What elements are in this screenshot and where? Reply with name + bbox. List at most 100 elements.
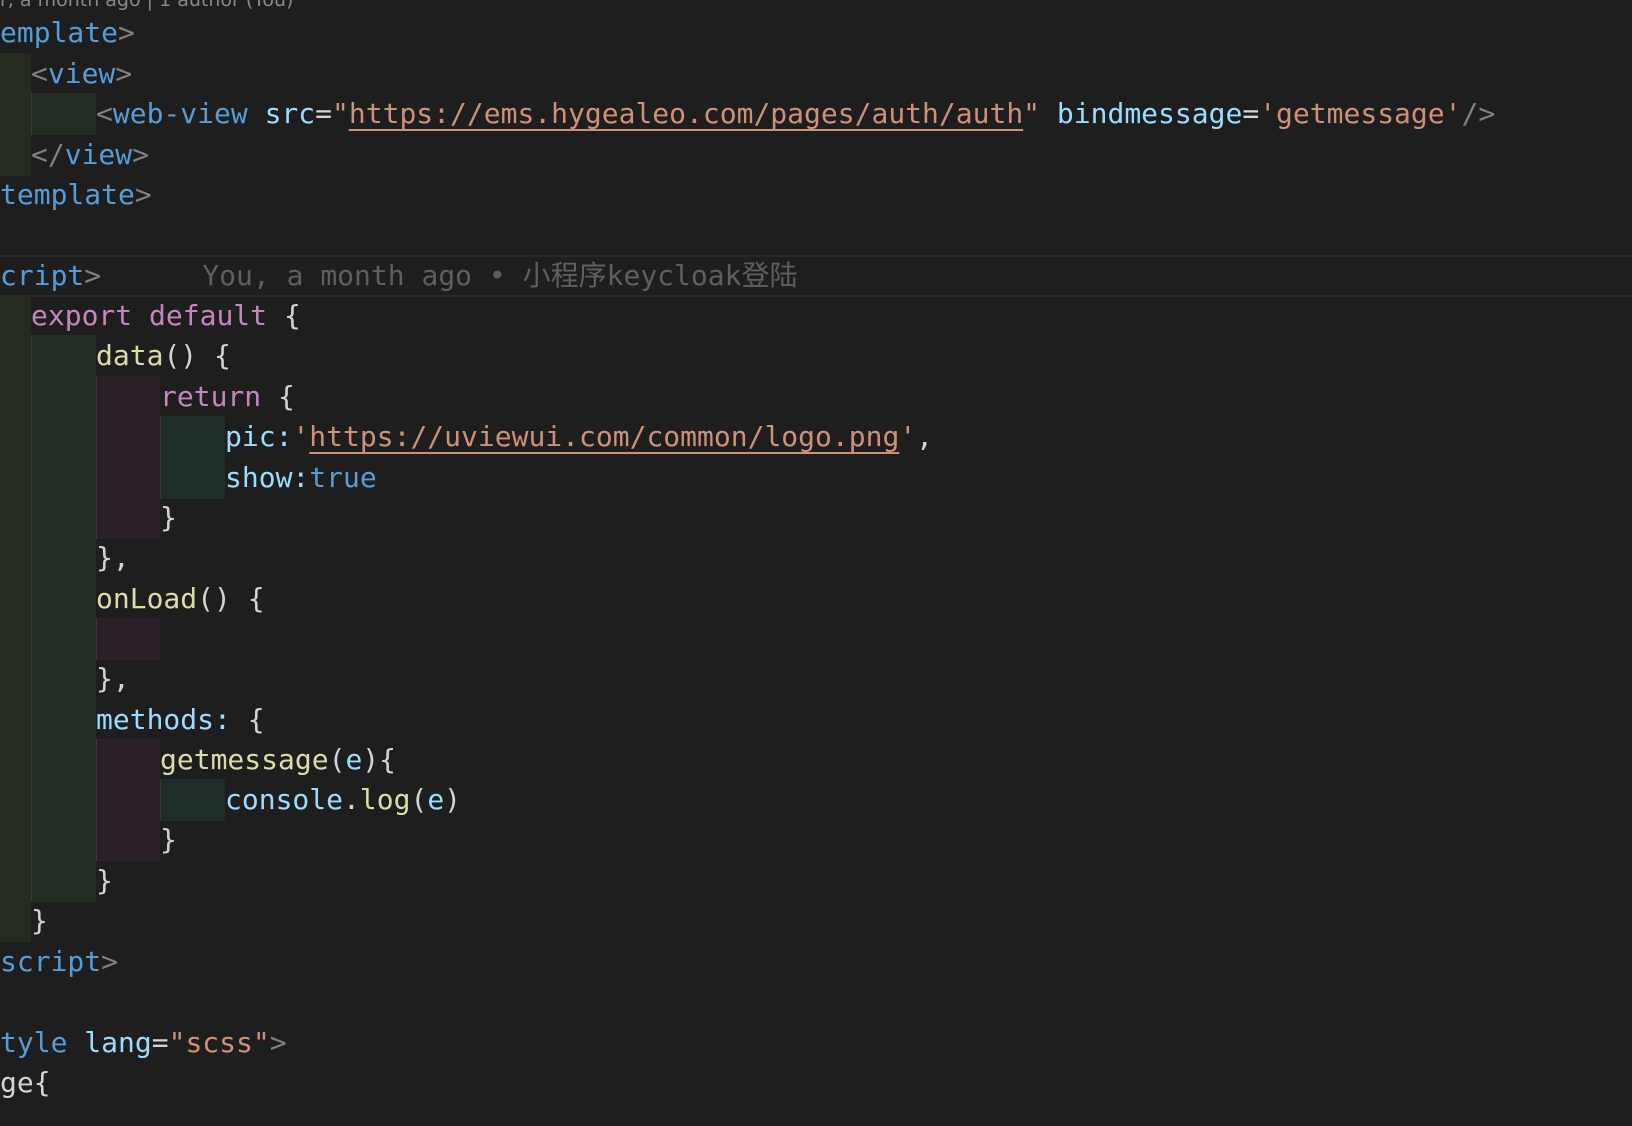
inline-blame[interactable]: You, a month ago • 小程序keycloak登陆	[202, 259, 797, 292]
line-content: console.log(e)	[225, 783, 462, 816]
indent-guide	[0, 860, 31, 902]
indent-guide	[0, 134, 31, 176]
code-line: },	[0, 658, 1632, 700]
line-content: script>	[0, 945, 119, 978]
indent-guide	[31, 618, 96, 660]
indent-guide	[0, 779, 31, 821]
line-content: data() {	[96, 339, 231, 372]
token-tag: tyle	[0, 1026, 68, 1059]
code-line: onLoad() {	[0, 578, 1632, 620]
indent-guide	[0, 376, 31, 418]
indent-guide	[0, 900, 31, 942]
indent-guide	[31, 457, 96, 499]
code-line: getmessage(e){	[0, 739, 1632, 781]
indent-guide	[31, 860, 96, 902]
indent-guide	[31, 578, 96, 620]
indent-guide	[31, 335, 96, 377]
indent-guide	[0, 295, 31, 337]
token-tag: template	[0, 178, 135, 211]
line-content: pic:'https://uviewui.com/common/logo.png…	[225, 420, 934, 453]
indent-guide	[0, 53, 31, 95]
indent-guide	[31, 699, 96, 741]
code-line: }	[0, 900, 1632, 942]
indent-guide	[96, 497, 160, 539]
line-content: emplate>	[0, 16, 135, 49]
indent-guide	[96, 819, 160, 861]
indent-guide	[31, 497, 96, 539]
code-line-current: cript> You, a month ago • 小程序keycloak登陆	[0, 255, 1632, 297]
line-content: export default {	[31, 299, 301, 332]
token-keyword: return	[160, 380, 262, 413]
indent-guide	[0, 658, 31, 700]
token-attr: bindmessage	[1056, 97, 1243, 130]
code-line: methods: {	[0, 699, 1632, 741]
line-content: show:true	[225, 457, 377, 499]
code-line: emplate>	[0, 12, 1632, 54]
token-tag: view	[64, 138, 133, 171]
code-line: <web-view src="https://ems.hygealeo.com/…	[0, 93, 1632, 135]
line-content: ge{	[0, 1062, 51, 1104]
token-keyword: default	[149, 299, 268, 332]
indent-guide	[160, 779, 225, 821]
indent-guide	[0, 819, 31, 861]
token-boolean: true	[309, 461, 377, 494]
token-tag: web-view	[112, 97, 248, 130]
line-content: template>	[0, 178, 152, 211]
indent-guide	[31, 739, 96, 781]
code-line: pic:'https://uviewui.com/common/logo.png…	[0, 416, 1632, 458]
token-tag: view	[47, 57, 116, 90]
code-line: }	[0, 497, 1632, 539]
indent-guide	[0, 578, 31, 620]
indent-guide	[0, 335, 31, 377]
indent-guide	[160, 416, 225, 458]
token-property: pic:	[225, 420, 293, 453]
line-content: </view>	[31, 138, 150, 171]
line-content: },	[96, 541, 130, 574]
indent-guide	[0, 457, 31, 499]
code-line: </view>	[0, 134, 1632, 176]
indent-guide	[96, 739, 160, 781]
token-object: console	[225, 783, 344, 816]
line-content: <view>	[31, 57, 133, 90]
line-content: }	[160, 501, 177, 534]
line-content: return {	[160, 380, 295, 413]
line-content: }	[160, 823, 177, 856]
token-param: e	[427, 783, 445, 816]
code-line: show:true	[0, 457, 1632, 499]
indent-guide	[31, 416, 96, 458]
line-content: },	[96, 662, 130, 695]
indent-guide	[0, 497, 31, 539]
indent-guide	[0, 699, 31, 741]
indent-guide	[31, 658, 96, 700]
code-line	[0, 618, 1632, 660]
token-function: log	[359, 783, 411, 816]
token-property: show:	[225, 461, 310, 494]
indent-guide	[96, 416, 160, 458]
token-function: data	[96, 339, 164, 372]
indent-guide	[0, 416, 31, 458]
token-function: getmessage	[160, 743, 329, 776]
indent-guide	[96, 376, 160, 418]
line-content: }	[31, 904, 48, 937]
line-content: tyle lang="scss">	[0, 1026, 287, 1059]
code-line: data() {	[0, 335, 1632, 377]
indent-guide	[31, 779, 96, 821]
line-content: }	[96, 864, 113, 897]
line-content: methods: {	[96, 703, 265, 736]
indent-guide	[96, 618, 160, 660]
indent-guide	[96, 779, 160, 821]
token-url[interactable]: https://ems.hygealeo.com/pages/auth/auth	[349, 97, 1023, 130]
token-tag: cript	[0, 259, 85, 292]
line-content: <web-view src="https://ems.hygealeo.com/…	[96, 97, 1496, 130]
token-function: onLoad	[96, 582, 198, 615]
line-content: cript> You, a month ago • 小程序keycloak登陆	[0, 259, 798, 292]
token-url[interactable]: https://uviewui.com/common/logo.png	[309, 420, 899, 453]
code-editor[interactable]: r, a month ago | 1 author (You) emplate>…	[0, 0, 1632, 1126]
indent-guide	[0, 618, 31, 660]
code-line: }	[0, 860, 1632, 902]
code-line: export default {	[0, 295, 1632, 337]
code-line: ge{	[0, 1062, 1632, 1104]
indent-guide	[0, 739, 31, 781]
token-param: e	[345, 743, 363, 776]
indent-guide	[31, 537, 96, 579]
